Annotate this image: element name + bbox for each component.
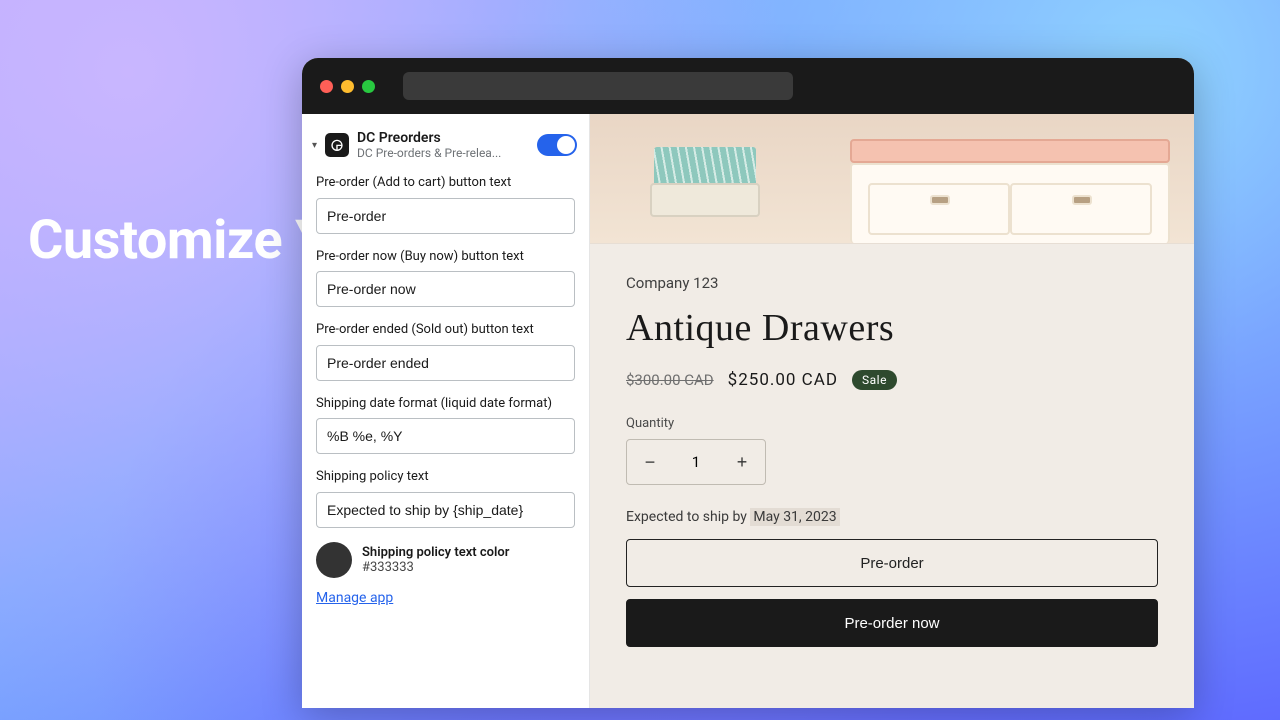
app-title: DC Preorders <box>357 130 529 146</box>
window-titlebar <box>302 58 1194 114</box>
url-bar[interactable] <box>403 72 793 100</box>
sale-badge: Sale <box>852 370 897 390</box>
settings-sidebar: ▾ ◶ DC Preorders DC Pre-orders & Pre-rel… <box>302 114 590 708</box>
close-icon[interactable] <box>320 80 333 93</box>
buy-now-text-input[interactable] <box>316 271 575 307</box>
field-label-date-format: Shipping date format (liquid date format… <box>316 395 575 413</box>
app-subtitle: DC Pre-orders & Pre-relea... <box>357 146 529 160</box>
add-to-cart-text-input[interactable] <box>316 198 575 234</box>
product-title: Antique Drawers <box>626 306 1158 350</box>
price-compare-at: $300.00 CAD <box>626 371 714 389</box>
preorder-button[interactable]: Pre-order <box>626 539 1158 587</box>
shipping-date: May 31, 2023 <box>750 508 839 526</box>
product-hero-image <box>590 114 1194 244</box>
field-label-sold-out: Pre-order ended (Sold out) button text <box>316 321 575 339</box>
browser-window: ▾ ◶ DC Preorders DC Pre-orders & Pre-rel… <box>302 58 1194 708</box>
vendor-name: Company 123 <box>626 274 1158 292</box>
quantity-stepper: − 1 + <box>626 439 766 485</box>
quantity-minus-button[interactable]: − <box>627 440 673 484</box>
app-icon: ◶ <box>325 133 349 157</box>
manage-app-link[interactable]: Manage app <box>316 590 393 606</box>
price-current: $250.00 CAD <box>728 370 838 390</box>
color-swatch-icon[interactable] <box>316 542 352 578</box>
quantity-label: Quantity <box>626 416 1158 431</box>
color-picker-row[interactable]: Shipping policy text color #333333 <box>316 542 575 578</box>
shipping-policy-text: Expected to ship by May 31, 2023 <box>626 509 1158 525</box>
enable-toggle[interactable] <box>537 134 577 156</box>
chevron-down-icon: ▾ <box>312 140 317 151</box>
field-label-buy-now: Pre-order now (Buy now) button text <box>316 248 575 266</box>
app-header[interactable]: ▾ ◶ DC Preorders DC Pre-orders & Pre-rel… <box>302 126 589 174</box>
minimize-icon[interactable] <box>341 80 354 93</box>
maximize-icon[interactable] <box>362 80 375 93</box>
color-field-label: Shipping policy text color <box>362 545 509 560</box>
date-format-input[interactable] <box>316 418 575 454</box>
policy-text-input[interactable] <box>316 492 575 528</box>
field-label-add-to-cart: Pre-order (Add to cart) button text <box>316 174 575 192</box>
storefront-preview: Company 123 Antique Drawers $300.00 CAD … <box>590 114 1194 708</box>
color-value: #333333 <box>362 560 509 575</box>
preorder-now-button[interactable]: Pre-order now <box>626 599 1158 647</box>
quantity-plus-button[interactable]: + <box>719 440 765 484</box>
field-label-policy-text: Shipping policy text <box>316 468 575 486</box>
quantity-value: 1 <box>673 453 719 471</box>
sold-out-text-input[interactable] <box>316 345 575 381</box>
